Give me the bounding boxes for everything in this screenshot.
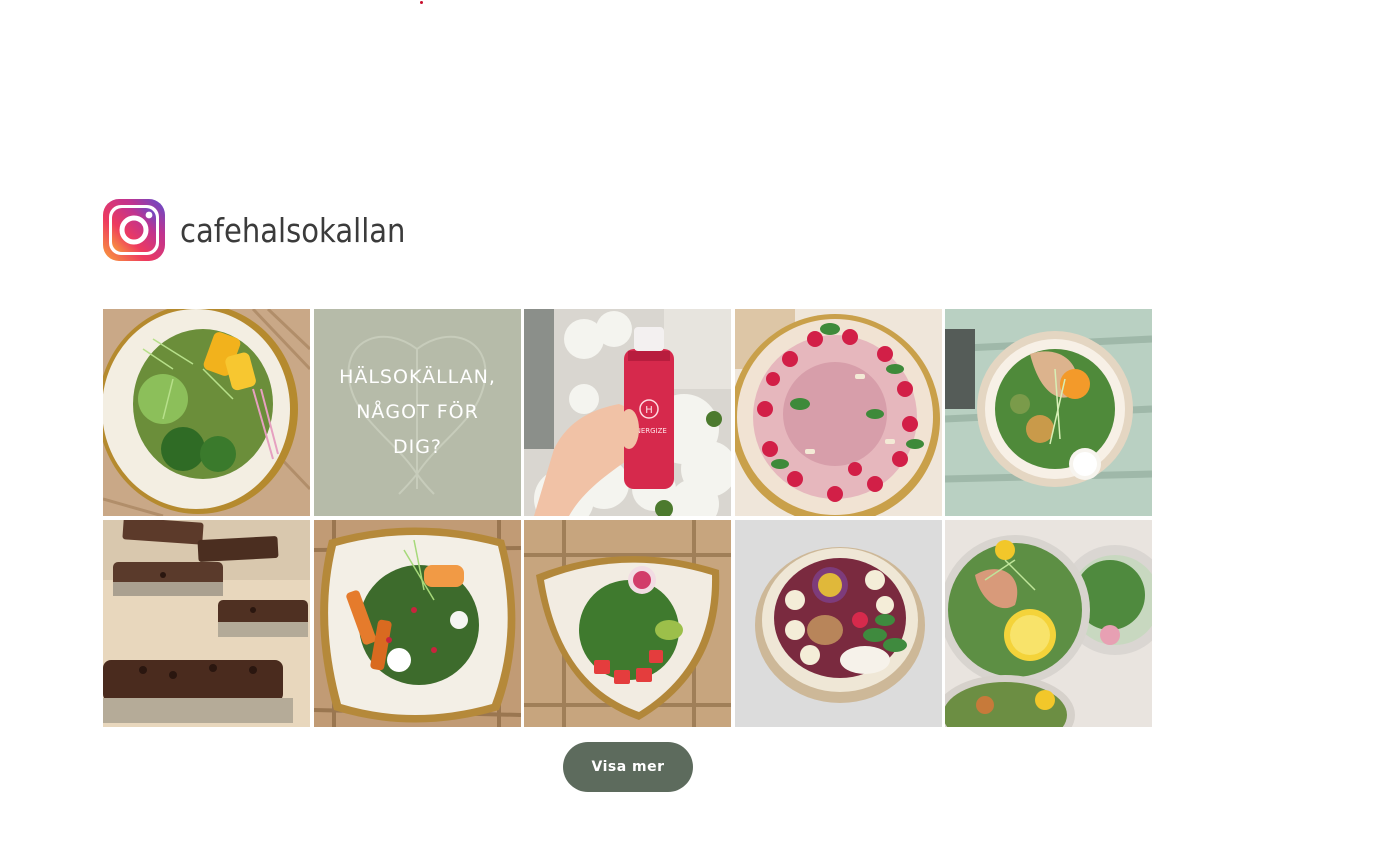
load-more-button[interactable]: Visa mer — [563, 742, 693, 792]
post-mango-salad-bowl[interactable] — [103, 309, 310, 516]
post-halsokallan-quote[interactable]: HÄLSOKÄLLAN, NÅGOT FÖR DIG? — [313, 309, 521, 516]
quote-line-1: HÄLSOKÄLLAN, — [339, 365, 496, 388]
post-sweet-potato-salad[interactable] — [313, 520, 521, 727]
mango-salad-image — [103, 309, 310, 516]
svg-text:H: H — [645, 405, 653, 416]
takeaway-salads-image — [945, 520, 1152, 727]
quote-line-2: NÅGOT FÖR — [356, 400, 479, 423]
post-chicken-salad-bowl[interactable] — [945, 309, 1152, 516]
quote-image: HÄLSOKÄLLAN, NÅGOT FÖR DIG? — [313, 309, 521, 516]
chocolate-bars-image — [103, 520, 310, 727]
juice-bottle-image: H ENERGIZE — [524, 309, 731, 516]
instagram-header[interactable]: cafehalsokallan — [103, 199, 436, 261]
post-energize-juice[interactable]: H ENERGIZE — [524, 309, 731, 516]
smoothie-bowl-image — [734, 520, 942, 727]
instagram-photo-grid: HÄLSOKÄLLAN, NÅGOT FÖR DIG? H ENERGIZE — [103, 309, 1152, 727]
post-watermelon-salad[interactable] — [524, 520, 731, 727]
sweet-potato-salad-image — [313, 520, 521, 727]
instagram-feed-section: cafehalsokallan HÄLSOKÄLLAN, NÅGOT FÖR D… — [0, 0, 1388, 861]
chicken-salad-image — [945, 309, 1152, 516]
quote-line-3: DIG? — [392, 436, 441, 458]
raspberry-cake-image — [734, 309, 942, 516]
decorative-dot — [420, 1, 423, 4]
instagram-username[interactable]: cafehalsokallan — [180, 211, 405, 250]
post-smoothie-bowl[interactable] — [734, 520, 942, 727]
post-takeaway-salads[interactable] — [945, 520, 1152, 727]
watermelon-salad-image — [524, 520, 731, 727]
post-raspberry-cake[interactable] — [734, 309, 942, 516]
instagram-icon[interactable] — [103, 199, 165, 261]
post-chocolate-bars[interactable] — [103, 520, 310, 727]
